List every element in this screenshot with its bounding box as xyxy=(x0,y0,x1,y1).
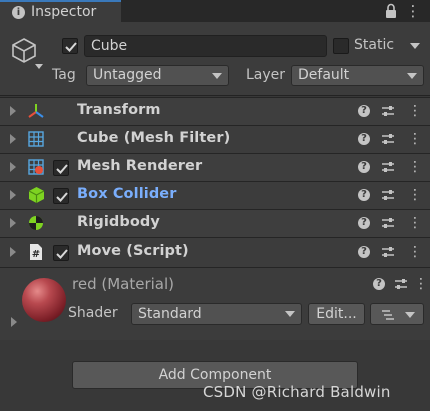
static-checkbox[interactable] xyxy=(333,38,349,54)
material-section: red (Material) ? ⋮ Shader Standard Edit.… xyxy=(0,267,430,340)
foldout-arrow-icon[interactable] xyxy=(10,162,16,172)
mesh-filter-icon xyxy=(28,131,44,147)
tab-bar: i Inspector ⋮ xyxy=(0,0,430,22)
component-name: Cube (Mesh Filter) xyxy=(77,130,231,146)
component-row-move-script[interactable]: # Move (Script) ? ⋮ xyxy=(0,237,430,267)
lock-icon[interactable] xyxy=(384,3,398,19)
tab-inspector-label: Inspector xyxy=(31,4,97,20)
help-icon[interactable]: ? xyxy=(358,217,370,229)
presets-icon[interactable] xyxy=(381,245,395,259)
presets-icon[interactable] xyxy=(381,132,395,146)
help-icon[interactable]: ? xyxy=(358,246,370,258)
foldout-arrow-icon[interactable] xyxy=(10,106,16,116)
component-row-box-collider[interactable]: Box Collider ? ⋮ xyxy=(0,181,430,209)
help-icon[interactable]: ? xyxy=(358,105,370,117)
help-icon[interactable]: ? xyxy=(373,278,385,290)
rigidbody-icon xyxy=(29,216,43,230)
shader-dropdown[interactable]: Standard xyxy=(131,303,302,325)
component-row-rigidbody[interactable]: Rigidbody ? ⋮ xyxy=(0,209,430,237)
tag-dropdown[interactable]: Untagged xyxy=(86,65,229,86)
static-label: Static xyxy=(354,37,395,53)
component-name: Transform xyxy=(77,102,161,118)
component-name: Move (Script) xyxy=(77,243,189,259)
layer-label: Layer xyxy=(246,67,286,83)
active-checkbox[interactable] xyxy=(62,38,78,54)
help-icon[interactable]: ? xyxy=(358,133,370,145)
tab-inspector[interactable]: i Inspector xyxy=(0,0,121,22)
component-row-mesh-renderer[interactable]: Mesh Renderer ? ⋮ xyxy=(0,153,430,181)
foldout-arrow-icon[interactable] xyxy=(10,134,16,144)
box-collider-icon xyxy=(28,187,45,203)
info-icon: i xyxy=(12,6,25,19)
window-menu-icon[interactable]: ⋮ xyxy=(404,2,422,20)
component-enabled-checkbox[interactable] xyxy=(53,160,69,176)
foldout-arrow-icon[interactable] xyxy=(11,317,17,327)
help-icon[interactable]: ? xyxy=(358,189,370,201)
presets-icon[interactable] xyxy=(381,104,395,118)
material-menu-icon[interactable]: ⋮ xyxy=(414,277,428,293)
list-icon xyxy=(382,310,394,320)
shader-label: Shader xyxy=(68,305,118,321)
component-menu-icon[interactable]: ⋮ xyxy=(408,132,422,148)
checkmark-icon xyxy=(56,164,68,174)
chevron-down-icon xyxy=(405,312,415,318)
static-dropdown-caret-icon[interactable] xyxy=(410,43,420,49)
foldout-arrow-icon[interactable] xyxy=(10,190,16,200)
foldout-arrow-icon[interactable] xyxy=(10,218,16,228)
presets-icon[interactable] xyxy=(394,277,408,291)
watermark: CSDN @Richard Baldwin xyxy=(203,383,391,401)
mesh-renderer-icon xyxy=(28,159,44,175)
shader-edit-button[interactable]: Edit... xyxy=(308,303,365,325)
icon-dropdown-caret-icon[interactable] xyxy=(35,64,43,69)
script-icon: # xyxy=(30,244,42,260)
component-name: Rigidbody xyxy=(77,214,160,230)
component-menu-icon[interactable]: ⋮ xyxy=(408,188,422,204)
chevron-down-icon xyxy=(285,311,295,317)
component-row-transform[interactable]: Transform ? ⋮ xyxy=(0,97,430,125)
shader-options-dropdown[interactable] xyxy=(370,303,424,325)
layer-dropdown[interactable]: Default xyxy=(291,65,424,86)
presets-icon[interactable] xyxy=(381,160,395,174)
component-enabled-checkbox[interactable] xyxy=(53,245,69,261)
component-menu-icon[interactable]: ⋮ xyxy=(408,104,422,120)
transform-icon xyxy=(28,104,44,118)
checkmark-icon xyxy=(56,192,68,202)
component-name: Box Collider xyxy=(77,186,177,202)
component-menu-icon[interactable]: ⋮ xyxy=(408,160,422,176)
shader-value: Standard xyxy=(138,306,202,322)
layer-value: Default xyxy=(298,67,350,83)
chevron-down-icon xyxy=(212,73,222,79)
presets-icon[interactable] xyxy=(381,188,395,202)
cube-icon xyxy=(12,38,36,63)
component-menu-icon[interactable]: ⋮ xyxy=(408,216,422,232)
chevron-down-icon xyxy=(407,73,417,79)
tag-value: Untagged xyxy=(93,67,162,83)
component-enabled-checkbox[interactable] xyxy=(53,188,69,204)
object-header: Cube Static Tag Untagged Layer Default xyxy=(0,22,430,96)
material-preview-sphere xyxy=(22,278,66,322)
material-title: red (Material) xyxy=(72,275,174,293)
checkmark-icon xyxy=(56,249,68,259)
tag-label: Tag xyxy=(52,67,76,83)
component-name: Mesh Renderer xyxy=(77,158,203,174)
presets-icon[interactable] xyxy=(381,216,395,230)
svg-text:#: # xyxy=(32,249,40,260)
checkmark-icon xyxy=(65,42,77,52)
foldout-arrow-icon[interactable] xyxy=(10,247,16,257)
object-name-field[interactable]: Cube xyxy=(84,35,327,57)
help-icon[interactable]: ? xyxy=(358,161,370,173)
component-menu-icon[interactable]: ⋮ xyxy=(408,245,422,261)
component-row-mesh-filter[interactable]: Cube (Mesh Filter) ? ⋮ xyxy=(0,125,430,153)
